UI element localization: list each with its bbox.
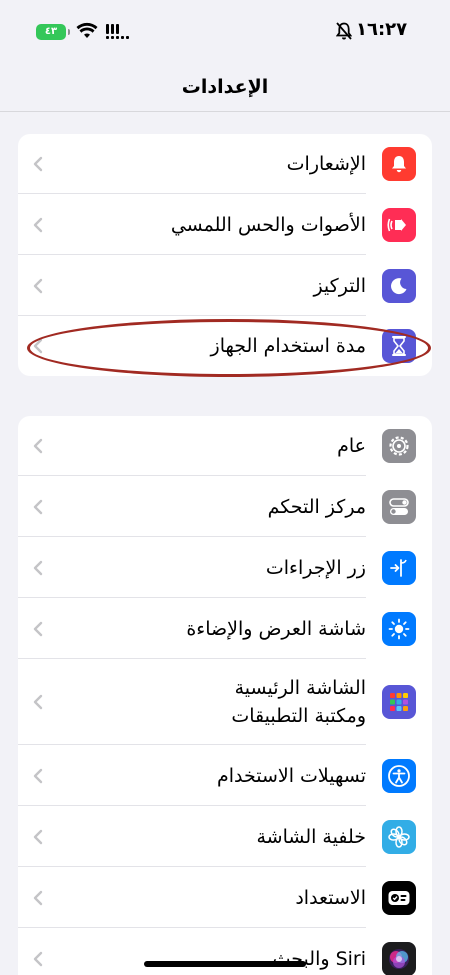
bell-icon (382, 147, 416, 181)
settings-row-label: تسهيلات الاستخدام (216, 764, 366, 787)
settings-row-label: شاشة العرض والإضاءة (186, 617, 366, 640)
settings-row-label: الاستعداد (295, 886, 366, 909)
settings-row-label: الأصوات والحس اللمسي (170, 213, 366, 236)
settings-row-label: التركيز (313, 274, 366, 297)
sun-icon (382, 611, 416, 646)
chevron-left-icon (18, 694, 58, 710)
accessibility-icon (382, 758, 416, 793)
settings-row-sounds-haptics[interactable]: الأصوات والحس اللمسي (18, 194, 432, 255)
settings-row-label: Siri والبحث (272, 947, 366, 970)
battery-level: ٤٣ (44, 26, 58, 37)
chevron-left-icon (18, 560, 58, 576)
bell-slash-icon (336, 22, 352, 40)
settings-row-home-screen-app-library[interactable]: الشاشة الرئيسية ومكتبة التطبيقات (18, 659, 432, 745)
wifi-icon (76, 22, 98, 38)
standby-icon (382, 880, 416, 915)
settings-row-label: مركز التحكم (267, 495, 366, 518)
cellular-signal-icon (106, 24, 129, 39)
chevron-left-icon (18, 438, 58, 454)
chevron-left-icon (18, 278, 58, 294)
app-grid-icon (382, 685, 416, 719)
hourglass-icon (382, 329, 416, 363)
status-bar: ٤٣ ١٦:٢٧ (0, 0, 450, 62)
chevron-left-icon (18, 338, 58, 354)
navigation-bar: الإعدادات (0, 62, 450, 112)
toggles-icon (382, 489, 416, 524)
settings-row-label: الشاشة الرئيسية ومكتبة التطبيقات (231, 677, 366, 727)
chevron-left-icon (18, 621, 58, 637)
settings-row-focus[interactable]: التركيز (18, 255, 432, 316)
settings-row-label: عام (337, 435, 366, 457)
settings-row-control-center[interactable]: مركز التحكم (18, 476, 432, 537)
chevron-left-icon (18, 217, 58, 233)
settings-row-screen-time[interactable]: مدة استخدام الجهاز (18, 316, 432, 376)
speaker-icon (382, 207, 416, 242)
settings-row-label: الإشعارات (286, 153, 366, 175)
status-time: ١٦:٢٧ (356, 19, 408, 40)
settings-row-standby[interactable]: الاستعداد (18, 867, 432, 928)
settings-row-wallpaper[interactable]: خلفية الشاشة (18, 806, 432, 867)
flower-icon (382, 819, 416, 854)
chevron-left-icon (18, 768, 58, 784)
chevron-left-icon (18, 829, 58, 845)
chevron-left-icon (18, 156, 58, 172)
home-indicator[interactable] (144, 961, 306, 967)
settings-row-notifications[interactable]: الإشعارات (18, 134, 432, 194)
gear-icon (382, 429, 416, 463)
chevron-left-icon (18, 951, 58, 967)
settings-row-general[interactable]: عام (18, 416, 432, 476)
chevron-left-icon (18, 499, 58, 515)
settings-row-action-button[interactable]: زر الإجراءات (18, 537, 432, 598)
settings-row-display-brightness[interactable]: شاشة العرض والإضاءة (18, 598, 432, 659)
siri-icon (382, 941, 416, 975)
settings-row-label: خلفية الشاشة (256, 825, 366, 848)
battery-indicator: ٤٣ (36, 24, 70, 40)
settings-row-accessibility[interactable]: تسهيلات الاستخدام (18, 745, 432, 806)
page-title: الإعدادات (181, 75, 269, 98)
moon-icon (382, 268, 416, 303)
settings-row-siri-search[interactable]: Siri والبحث (18, 928, 432, 975)
action-button-icon (382, 550, 416, 585)
chevron-left-icon (18, 890, 58, 906)
settings-group-1: الإشعارات الأصوات والحس اللمسي التركيز م… (18, 134, 432, 376)
settings-row-label: مدة استخدام الجهاز (210, 335, 366, 357)
settings-row-label: زر الإجراءات (265, 556, 366, 579)
settings-group-2: عام مركز التحكم زر الإجراءات شاشة العرض … (18, 416, 432, 975)
